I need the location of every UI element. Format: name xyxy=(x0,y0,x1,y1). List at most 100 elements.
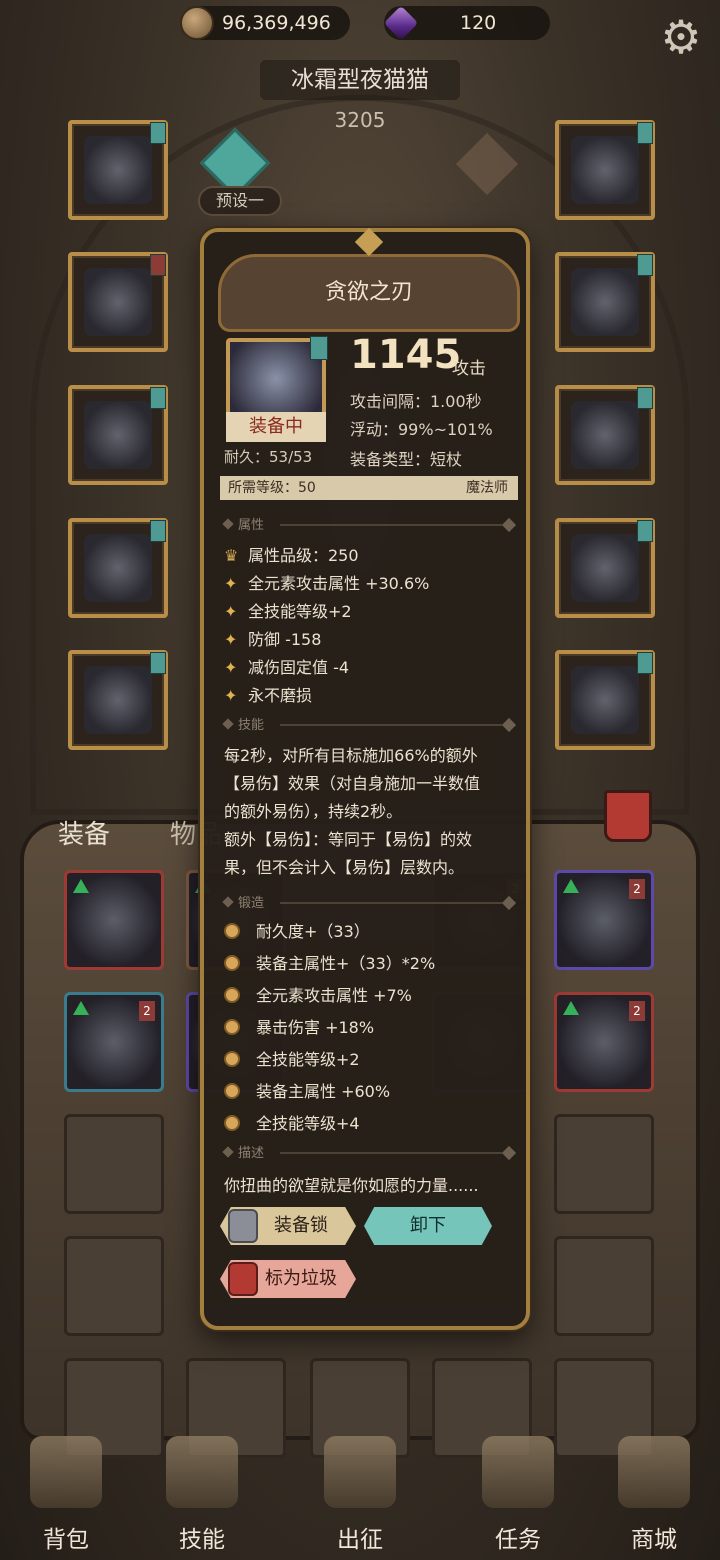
attribute-text: 全元素攻击属性 +30.6% xyxy=(248,574,430,593)
junk-icon xyxy=(228,1262,258,1296)
equip-slot-right-5[interactable] xyxy=(555,650,655,750)
upgrade-arrow-icon xyxy=(73,1001,89,1015)
equip-tag xyxy=(310,336,328,360)
forge-dot-icon xyxy=(224,1115,240,1131)
shop-icon xyxy=(618,1436,690,1508)
top-bar: 96,369,496 120 xyxy=(0,5,720,46)
section-label: 锻造 xyxy=(238,896,265,911)
gem-counter: 120 xyxy=(383,5,550,41)
forge-line: 全元素攻击属性 +7% xyxy=(224,982,412,1006)
attribute-line: ✦ 防御 -158 xyxy=(224,626,321,650)
equipment-art xyxy=(571,666,639,734)
equip-slot-right-1[interactable] xyxy=(555,120,655,220)
stat-line: 攻击间隔：1.00秒 xyxy=(350,392,482,411)
skill-line: 额外【易伤】：等同于【易伤】的效 xyxy=(224,830,473,849)
hero-score: 3205 xyxy=(334,108,386,132)
rarity-badge: 2 xyxy=(629,1001,645,1021)
forge-text: 耐久度+（33） xyxy=(256,922,370,941)
required-level: 所需等级：50 xyxy=(228,480,316,496)
item-tooltip: 贪欲之刃 装备中 耐久：53/53 1145 攻击 攻击间隔：1.00秒 浮动：… xyxy=(200,227,530,1330)
forge-dot-icon xyxy=(224,1019,240,1035)
star-icon: ✦ xyxy=(224,602,238,621)
nav-shop[interactable]: 商城 xyxy=(594,1430,714,1560)
section-header-forge: 锻造 xyxy=(220,892,518,914)
upgrade-arrow-icon xyxy=(563,1001,579,1015)
equipment-art xyxy=(571,401,639,469)
nav-backpack[interactable]: 背包 xyxy=(6,1430,126,1560)
equip-tag xyxy=(637,254,653,276)
inventory-item[interactable] xyxy=(64,870,164,970)
nav-label: 出征 xyxy=(337,1527,383,1553)
durability: 耐久：53/53 xyxy=(224,448,313,466)
flavor-text: 你扭曲的欲望就是你如愿的力量...... xyxy=(224,1176,479,1195)
equip-slot-left-1[interactable] xyxy=(68,120,168,220)
attribute-line: ✦ 全技能等级+2 xyxy=(224,598,352,622)
forge-dot-icon xyxy=(224,1083,240,1099)
skill-description: 每2秒，对所有目标施加66%的额外 【易伤】效果（对自身施加一半数值 的额外易伤… xyxy=(224,742,520,882)
equip-slot-left-4[interactable] xyxy=(68,518,168,618)
gear-icon[interactable]: ⚙ xyxy=(656,12,706,62)
inventory-slot-empty[interactable] xyxy=(554,1236,654,1336)
inventory-item[interactable]: 2 xyxy=(554,992,654,1092)
trash-icon[interactable] xyxy=(604,790,652,842)
attribute-text: 全技能等级+2 xyxy=(248,602,352,621)
attribute-line: ✦ 永不磨损 xyxy=(224,682,312,706)
equip-slot-left-5[interactable] xyxy=(68,650,168,750)
preset-button[interactable]: 预设一 xyxy=(198,186,282,216)
attribute-grade: ♛ 属性品级：250 xyxy=(224,542,359,566)
diamond-icon xyxy=(222,896,234,908)
inventory-item[interactable]: 2 xyxy=(64,992,164,1092)
forge-line: 装备主属性 +60% xyxy=(224,1078,390,1102)
equip-tag xyxy=(150,122,166,144)
forge-line: 装备主属性+（33）*2% xyxy=(224,950,435,974)
equipment-art xyxy=(84,401,152,469)
nav-skills[interactable]: 技能 xyxy=(142,1430,262,1560)
star-icon: ✦ xyxy=(224,686,238,705)
quests-icon xyxy=(482,1436,554,1508)
nav-quests[interactable]: 任务 xyxy=(458,1430,578,1560)
requirement-bar: 所需等级：50 魔法师 xyxy=(220,476,518,500)
equip-slot-left-3[interactable] xyxy=(68,385,168,485)
forge-text: 装备主属性 +60% xyxy=(256,1082,391,1101)
inventory-slot-empty[interactable] xyxy=(64,1236,164,1336)
gem-icon xyxy=(383,5,419,41)
equip-slot-left-2[interactable] xyxy=(68,252,168,352)
stat-line: 装备类型：短杖 xyxy=(350,450,463,469)
upgrade-arrow-icon xyxy=(73,879,89,893)
attribute-grade-text: 属性品级：250 xyxy=(248,546,359,565)
diamond-icon xyxy=(501,1145,517,1161)
attribute-line: ✦ 全元素攻击属性 +30.6% xyxy=(224,570,429,594)
attack-value: 1145 xyxy=(350,332,462,378)
inventory-item[interactable]: 2 xyxy=(554,870,654,970)
equip-slot-right-3[interactable] xyxy=(555,385,655,485)
divider xyxy=(280,724,502,726)
forge-dot-icon xyxy=(224,1051,240,1067)
tab-equipment[interactable]: 装备 xyxy=(58,814,110,851)
coin-value: 96,369,496 xyxy=(222,12,331,34)
equipment-art xyxy=(84,534,152,602)
section-header-skill: 技能 xyxy=(220,714,518,736)
forge-text: 装备主属性+（33）*2% xyxy=(256,954,436,973)
required-class: 魔法师 xyxy=(466,480,508,496)
diamond-icon xyxy=(222,718,234,730)
item-title: 贪欲之刃 xyxy=(218,254,520,332)
inventory-slot-empty[interactable] xyxy=(554,1114,654,1214)
forge-dot-icon xyxy=(224,987,240,1003)
skill-line: 【易伤】效果（对自身施加一半数值 xyxy=(224,774,481,793)
coin-icon xyxy=(180,6,214,40)
gem-value: 120 xyxy=(460,12,497,34)
ornament-icon xyxy=(354,227,384,257)
equipment-art xyxy=(571,534,639,602)
diamond-icon xyxy=(501,717,517,733)
unequip-button[interactable]: 卸下 xyxy=(364,1207,492,1245)
attribute-line: ✦ 减伤固定值 -4 xyxy=(224,654,349,678)
forge-text: 全元素攻击属性 +7% xyxy=(256,986,412,1005)
nav-expedition[interactable]: 出征 xyxy=(300,1430,420,1560)
divider xyxy=(280,524,502,526)
nav-label: 背包 xyxy=(43,1527,89,1553)
inventory-slot-empty[interactable] xyxy=(64,1114,164,1214)
forge-line: 暴击伤害 +18% xyxy=(224,1014,374,1038)
equip-slot-right-4[interactable] xyxy=(555,518,655,618)
equip-slot-right-2[interactable] xyxy=(555,252,655,352)
forge-text: 暴击伤害 +18% xyxy=(256,1018,375,1037)
